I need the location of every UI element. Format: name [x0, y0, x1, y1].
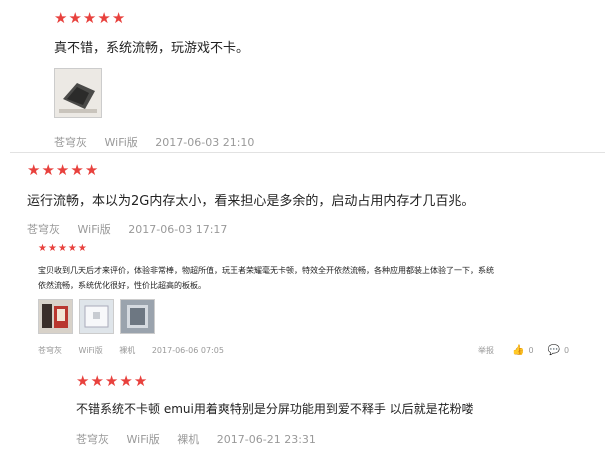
star-icon: ★ — [47, 243, 57, 254]
review-3-version: WiFi版 — [78, 346, 103, 355]
star-icon: ★ — [76, 372, 90, 390]
comment-icon[interactable]: 💬 — [548, 345, 560, 356]
review-1-text: 真不错，系统流畅，玩游戏不卡。 — [54, 41, 250, 56]
review-1-date: 2017-06-03 21:10 — [155, 136, 255, 149]
star-icon: ★ — [104, 372, 119, 390]
star-icon: ★ — [90, 372, 104, 390]
review-1-meta: 苍穹灰 WiFi版 2017-06-03 21:10 — [54, 134, 268, 150]
review-3-date: 2017-06-06 07:05 — [151, 346, 224, 355]
review-3-text-line1: 宝贝收到几天后才来评价，体验非常棒，物超所值，玩王者荣耀毫无卡顿，特效全开依然流… — [38, 266, 494, 275]
review-2-rating: ★ ★ ★ ★ ★ — [27, 163, 98, 178]
star-icon: ★ — [54, 9, 68, 27]
review-3-actions: 举报 👍 0 💬 0 — [478, 345, 569, 356]
review-1-user[interactable]: 苍穹灰 — [54, 136, 87, 149]
review-3-meta: 苍穹灰 WiFi版 裸机 2017-06-06 07:05 — [38, 345, 238, 356]
star-icon: ★ — [97, 9, 111, 27]
review-4-meta: 苍穹灰 WiFi版 裸机 2017-06-21 23:31 — [76, 431, 330, 447]
review-3-user[interactable]: 苍穹灰 — [38, 346, 62, 355]
star-icon: ★ — [38, 243, 47, 254]
thumbs-up-icon[interactable]: 👍 — [512, 345, 524, 356]
review-3-photo-2[interactable] — [79, 299, 114, 334]
star-icon: ★ — [27, 161, 41, 179]
review-4-user[interactable]: 苍穹灰 — [76, 433, 109, 446]
comment-count: 0 — [564, 346, 570, 355]
star-icon: ★ — [70, 161, 84, 179]
report-link[interactable]: 举报 — [478, 345, 494, 356]
star-icon: ★ — [119, 372, 133, 390]
star-icon: ★ — [133, 372, 148, 390]
review-4-rating: ★ ★ ★ ★ ★ — [76, 374, 147, 389]
review-2-meta: 苍穹灰 WiFi版 2017-06-03 17:17 — [27, 221, 241, 237]
review-3-text-line2: 依然流畅，系统优化很好，性价比超高的板板。 — [38, 281, 206, 290]
star-icon: ★ — [41, 161, 55, 179]
star-icon: ★ — [84, 161, 99, 179]
divider — [10, 152, 605, 153]
like-count: 0 — [528, 346, 534, 355]
review-3-photo-1[interactable] — [38, 299, 73, 334]
review-4-text: 不错系统不卡顿 emui用着爽特别是分屏功能用到爱不释手 以后就是花粉喽 — [76, 402, 474, 416]
review-3-photo-3[interactable] — [120, 299, 155, 334]
star-icon: ★ — [68, 9, 82, 27]
review-1-version: WiFi版 — [104, 136, 138, 149]
review-3-color: 裸机 — [119, 346, 136, 355]
review-4-color: 裸机 — [177, 433, 200, 446]
review-4-version: WiFi版 — [126, 433, 160, 446]
star-icon: ★ — [77, 243, 87, 254]
review-3-rating: ★ ★ ★ ★ ★ — [38, 244, 87, 254]
star-icon: ★ — [67, 243, 77, 254]
review-1-photo[interactable] — [54, 68, 102, 118]
star-icon: ★ — [111, 9, 126, 27]
star-icon: ★ — [82, 9, 97, 27]
star-icon: ★ — [57, 243, 67, 254]
review-4-date: 2017-06-21 23:31 — [216, 433, 316, 446]
review-2-text: 运行流畅，本以为2G内存太小，看来担心是多余的，启动占用内存才几百兆。 — [27, 194, 475, 209]
review-2-user[interactable]: 苍穹灰 — [27, 223, 60, 236]
review-1-rating: ★ ★ ★ ★ ★ — [54, 11, 125, 26]
review-2-date: 2017-06-03 17:17 — [128, 223, 228, 236]
review-2-version: WiFi版 — [77, 223, 111, 236]
star-icon: ★ — [55, 161, 70, 179]
